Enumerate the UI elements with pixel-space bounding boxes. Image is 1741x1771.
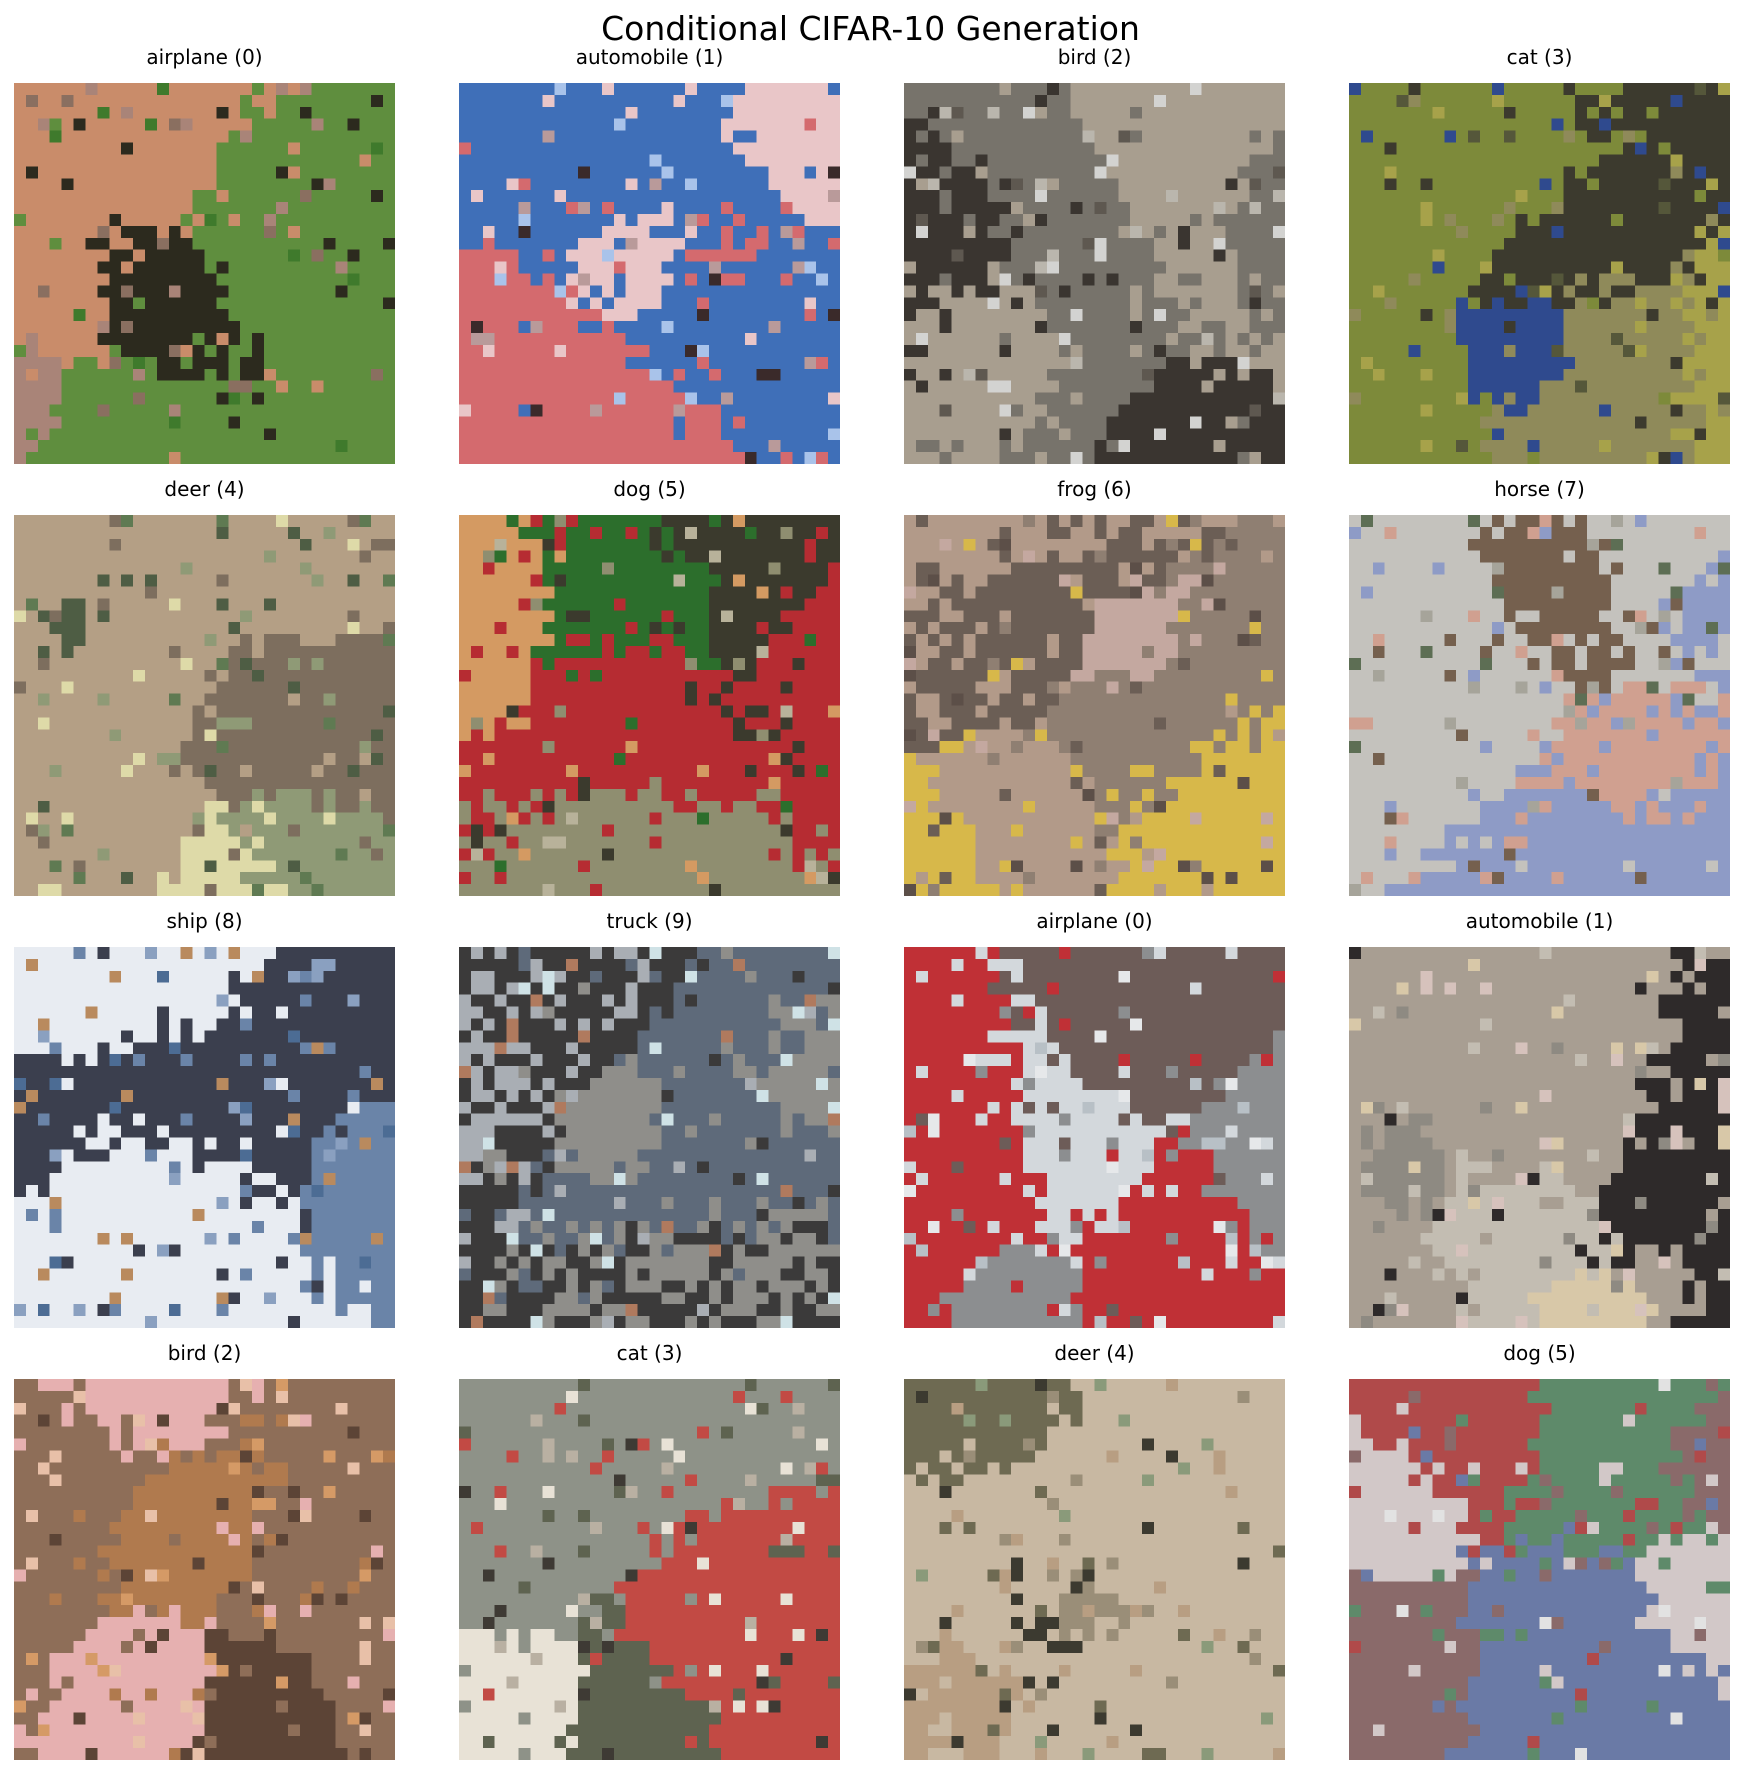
panel-label: automobile (1): [575, 45, 724, 69]
grid-panel: deer (4): [14, 476, 395, 896]
generated-image: [459, 83, 840, 464]
grid-panel: automobile (1): [459, 44, 840, 464]
grid-panel: truck (9): [459, 908, 840, 1328]
panel-label: ship (8): [166, 909, 243, 933]
grid-panel: bird (2): [14, 1340, 395, 1760]
panel-label: dog (5): [1503, 1341, 1576, 1365]
panel-label: bird (2): [1057, 45, 1132, 69]
panel-label: cat (3): [1506, 45, 1573, 69]
generated-image: [14, 947, 395, 1328]
grid-panel: cat (3): [459, 1340, 840, 1760]
grid-panel: horse (7): [1349, 476, 1730, 896]
generated-image: [1349, 515, 1730, 896]
generated-image: [14, 1379, 395, 1760]
panel-label: bird (2): [167, 1341, 242, 1365]
grid-panel: airplane (0): [14, 44, 395, 464]
generated-image: [459, 947, 840, 1328]
generated-image: [14, 83, 395, 464]
generated-image: [904, 947, 1285, 1328]
panel-label: deer (4): [1054, 1341, 1135, 1365]
generated-image: [904, 1379, 1285, 1760]
grid-panel: frog (6): [904, 476, 1285, 896]
panel-label: deer (4): [164, 477, 245, 501]
generated-image: [904, 515, 1285, 896]
panel-label: airplane (0): [1036, 909, 1153, 933]
grid-panel: dog (5): [1349, 1340, 1730, 1760]
generated-image: [904, 83, 1285, 464]
panel-label: horse (7): [1494, 477, 1585, 501]
generated-image: [459, 1379, 840, 1760]
generated-image: [1349, 947, 1730, 1328]
grid-panel: cat (3): [1349, 44, 1730, 464]
generated-image: [1349, 83, 1730, 464]
grid-panel: bird (2): [904, 44, 1285, 464]
panel-label: dog (5): [613, 477, 686, 501]
grid-panel: airplane (0): [904, 908, 1285, 1328]
panel-label: frog (6): [1057, 477, 1132, 501]
panel-label: cat (3): [616, 1341, 683, 1365]
grid-panel: deer (4): [904, 1340, 1285, 1760]
generated-image: [14, 515, 395, 896]
grid-panel: automobile (1): [1349, 908, 1730, 1328]
grid-panel: ship (8): [14, 908, 395, 1328]
generated-image: [459, 515, 840, 896]
panel-label: truck (9): [606, 909, 693, 933]
panel-label: airplane (0): [146, 45, 263, 69]
panel-label: automobile (1): [1465, 909, 1614, 933]
generated-image: [1349, 1379, 1730, 1760]
grid-panel: dog (5): [459, 476, 840, 896]
